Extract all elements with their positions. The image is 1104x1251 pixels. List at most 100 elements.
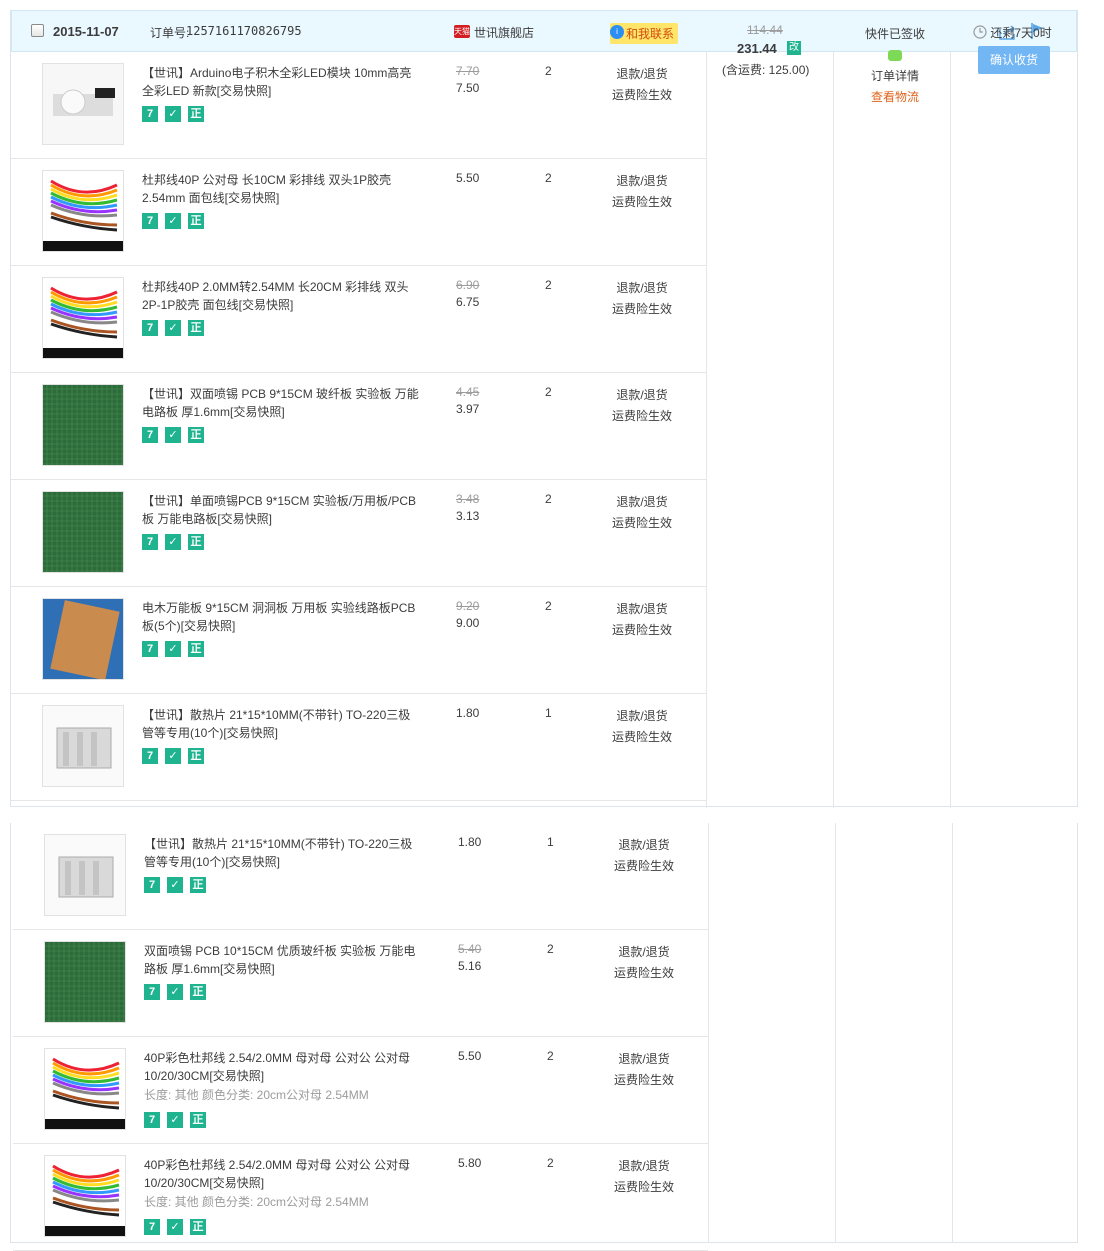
unit-price: 5.50 xyxy=(456,171,480,185)
product-title-link[interactable]: 40P彩色杜邦线 2.54/2.0MM 母对母 公对公 公对母 10/20/30… xyxy=(144,1156,424,1192)
quantity: 2 xyxy=(545,64,552,78)
guarantee-icon[interactable]: ✓ xyxy=(165,106,181,122)
guarantee-icon[interactable]: ✓ xyxy=(165,641,181,657)
refund-link[interactable]: 退款/退货 xyxy=(611,492,673,513)
freight-insurance-link[interactable]: 运费险生效 xyxy=(611,513,673,534)
product-title-link[interactable]: 【世讯】散热片 21*15*10MM(不带针) TO-220三极管等专用(10个… xyxy=(144,835,424,871)
freight-insurance-link[interactable]: 运费险生效 xyxy=(613,1177,675,1198)
seven-day-return-icon[interactable]: 7 xyxy=(142,641,158,657)
genuine-icon[interactable]: 正 xyxy=(188,213,204,229)
product-thumbnail[interactable] xyxy=(44,834,126,916)
product-title-link[interactable]: 杜邦线40P 2.0MM转2.54MM 长20CM 彩排线 双头2P-1P胶壳 … xyxy=(142,278,422,314)
confirm-receipt-button[interactable]: 确认收货 xyxy=(978,46,1050,74)
freight-insurance-link[interactable]: 运费险生效 xyxy=(611,620,673,641)
quantity: 2 xyxy=(547,942,554,956)
genuine-icon[interactable]: 正 xyxy=(188,427,204,443)
column-divider xyxy=(952,823,953,1243)
product-thumbnail[interactable] xyxy=(42,705,124,787)
quantity: 1 xyxy=(547,835,554,849)
genuine-icon[interactable]: 正 xyxy=(188,320,204,336)
product-title-link[interactable]: 【世讯】Arduino电子积木全彩LED模块 10mm高亮全彩LED 新款[交易… xyxy=(142,64,422,100)
quantity: 2 xyxy=(545,171,552,185)
column-divider xyxy=(706,52,707,808)
guarantee-icon[interactable]: ✓ xyxy=(167,1112,183,1128)
seven-day-return-icon[interactable]: 7 xyxy=(142,106,158,122)
freight-insurance-link[interactable]: 运费险生效 xyxy=(611,192,673,213)
guarantee-icon[interactable]: ✓ xyxy=(165,534,181,550)
product-thumbnail[interactable] xyxy=(42,491,124,573)
refund-link[interactable]: 退款/退货 xyxy=(611,278,673,299)
guarantee-icon[interactable]: ✓ xyxy=(167,877,183,893)
freight-insurance-link[interactable]: 运费险生效 xyxy=(613,1070,675,1091)
product-thumbnail[interactable] xyxy=(42,277,124,359)
freight-insurance-link[interactable]: 运费险生效 xyxy=(611,727,673,748)
remaining-text: 还剩7天0时 xyxy=(990,26,1052,40)
freight-insurance-link[interactable]: 运费险生效 xyxy=(613,963,675,984)
unit-price: 3.97 xyxy=(456,402,480,416)
refund-link[interactable]: 退款/退货 xyxy=(611,64,673,85)
guarantee-icon[interactable]: ✓ xyxy=(165,320,181,336)
product-title-link[interactable]: 电木万能板 9*15CM 洞洞板 万用板 实验线路板PCB板(5个)[交易快照] xyxy=(142,599,422,635)
shop-name-link[interactable]: 世讯旗舰店 xyxy=(474,24,534,41)
seven-day-return-icon[interactable]: 7 xyxy=(142,534,158,550)
product-title-link[interactable]: 40P彩色杜邦线 2.54/2.0MM 母对母 公对公 公对母 10/20/30… xyxy=(144,1049,424,1085)
freight-insurance-link[interactable]: 运费险生效 xyxy=(611,299,673,320)
seven-day-return-icon[interactable]: 7 xyxy=(144,1112,160,1128)
seven-day-return-icon[interactable]: 7 xyxy=(144,1219,160,1235)
refund-link[interactable]: 退款/退货 xyxy=(611,599,673,620)
order-detail-link[interactable]: 订单详情 xyxy=(862,66,928,87)
logistics-link[interactable]: 查看物流 xyxy=(862,87,928,108)
order-item-row: 【世讯】散热片 21*15*10MM(不带针) TO-220三极管等专用(10个… xyxy=(11,694,706,801)
product-title-link[interactable]: 【世讯】单面喷锡PCB 9*15CM 实验板/万用板/PCB板 万能电路板[交易… xyxy=(142,492,422,528)
chat-icon[interactable] xyxy=(888,50,902,62)
refund-link[interactable]: 退款/退货 xyxy=(611,171,673,192)
seven-day-return-icon[interactable]: 7 xyxy=(142,427,158,443)
product-title-link[interactable]: 【世讯】散热片 21*15*10MM(不带针) TO-220三极管等专用(10个… xyxy=(142,706,422,742)
refund-link[interactable]: 退款/退货 xyxy=(611,706,673,727)
freight-insurance-link[interactable]: 运费险生效 xyxy=(613,856,675,877)
product-title-link[interactable]: 双面喷锡 PCB 10*15CM 优质玻纤板 实验板 万能电路板 厚1.6mm[… xyxy=(144,942,424,978)
freight-insurance-link[interactable]: 运费险生效 xyxy=(611,406,673,427)
genuine-icon[interactable]: 正 xyxy=(190,984,206,1000)
genuine-icon[interactable]: 正 xyxy=(190,877,206,893)
product-thumbnail[interactable] xyxy=(44,941,126,1023)
product-thumbnail[interactable] xyxy=(42,598,124,680)
seven-day-return-icon[interactable]: 7 xyxy=(144,877,160,893)
genuine-icon[interactable]: 正 xyxy=(190,1112,206,1128)
product-title-link[interactable]: 杜邦线40P 公对母 长10CM 彩排线 双头1P胶壳 2.54mm 面包线[交… xyxy=(142,171,422,207)
refund-link[interactable]: 退款/退货 xyxy=(613,1049,675,1070)
seven-day-return-icon[interactable]: 7 xyxy=(142,213,158,229)
product-thumbnail[interactable] xyxy=(44,1048,126,1130)
genuine-icon[interactable]: 正 xyxy=(190,1219,206,1235)
guarantee-icon[interactable]: ✓ xyxy=(165,748,181,764)
guarantee-icon[interactable]: ✓ xyxy=(165,427,181,443)
product-thumbnail[interactable] xyxy=(42,63,124,145)
genuine-icon[interactable]: 正 xyxy=(188,641,204,657)
seven-day-return-icon[interactable]: 7 xyxy=(144,984,160,1000)
service-badges: 7 ✓ 正 xyxy=(144,1112,206,1128)
genuine-icon[interactable]: 正 xyxy=(188,106,204,122)
refund-link[interactable]: 退款/退货 xyxy=(613,1156,675,1177)
contact-seller-button[interactable]: i 和我联系 xyxy=(610,23,679,44)
refund-service: 退款/退货 运费险生效 xyxy=(611,171,673,213)
genuine-icon[interactable]: 正 xyxy=(188,534,204,550)
tmall-icon: 天猫 xyxy=(454,25,470,38)
product-thumbnail[interactable] xyxy=(44,1155,126,1237)
genuine-icon[interactable]: 正 xyxy=(188,748,204,764)
guarantee-icon[interactable]: ✓ xyxy=(165,213,181,229)
refund-link[interactable]: 退款/退货 xyxy=(611,385,673,406)
order-item-row: 【世讯】散热片 21*15*10MM(不带针) TO-220三极管等专用(10个… xyxy=(13,823,708,930)
freight-insurance-link[interactable]: 运费险生效 xyxy=(611,85,673,106)
order-item-row: 40P彩色杜邦线 2.54/2.0MM 母对母 公对公 公对母 10/20/30… xyxy=(13,1037,708,1144)
guarantee-icon[interactable]: ✓ xyxy=(167,984,183,1000)
refund-link[interactable]: 退款/退货 xyxy=(613,942,675,963)
seven-day-return-icon[interactable]: 7 xyxy=(142,748,158,764)
product-title-link[interactable]: 【世讯】双面喷锡 PCB 9*15CM 玻纤板 实验板 万能电路板 厚1.6mm… xyxy=(142,385,422,421)
refund-link[interactable]: 退款/退货 xyxy=(613,835,675,856)
seven-day-return-icon[interactable]: 7 xyxy=(142,320,158,336)
order-checkbox[interactable] xyxy=(31,24,44,37)
guarantee-icon[interactable]: ✓ xyxy=(167,1219,183,1235)
product-thumbnail[interactable] xyxy=(42,170,124,252)
quantity: 2 xyxy=(547,1156,554,1170)
product-thumbnail[interactable] xyxy=(42,384,124,466)
